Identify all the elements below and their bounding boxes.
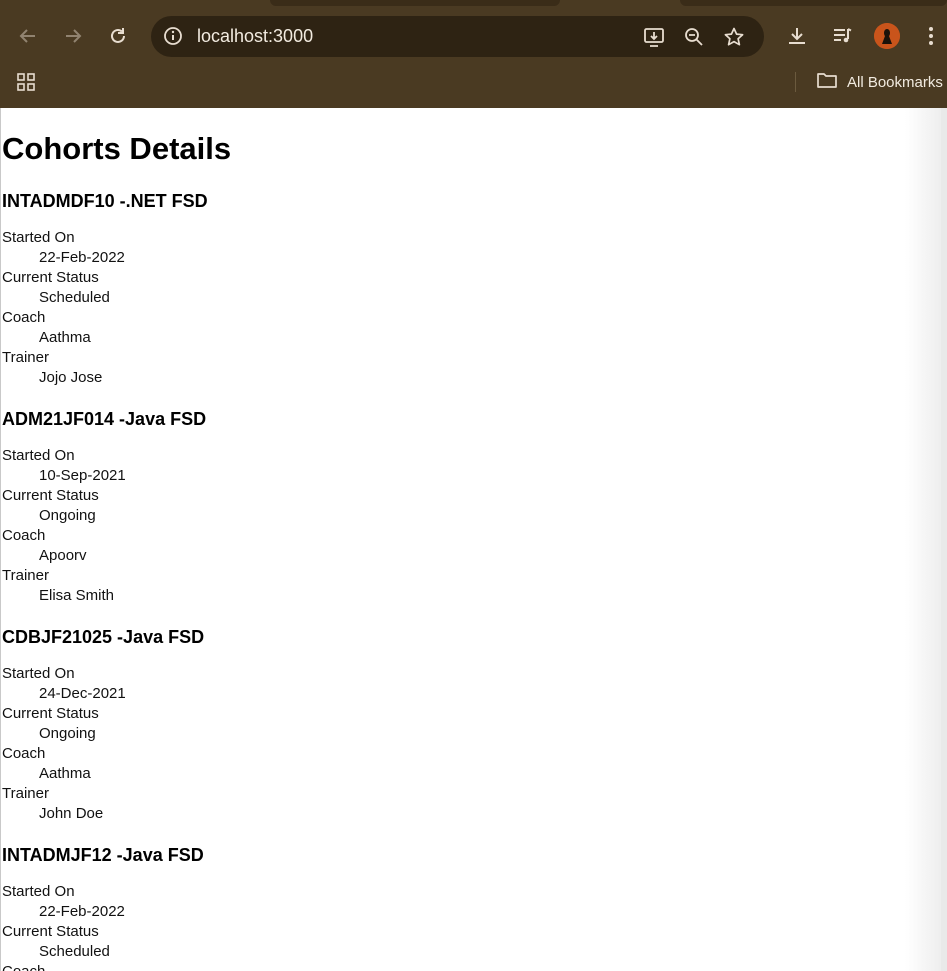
coach-label: Coach: [2, 745, 46, 762]
coach-value: Aathma: [39, 765, 91, 782]
started-on-label: Started On: [2, 229, 75, 246]
tab-strip-tab[interactable]: [680, 0, 947, 6]
tab-strip-tab[interactable]: [270, 0, 560, 6]
cohort-card: CDBJF21025 -Java FSD Started On 24-Dec-2…: [2, 625, 602, 824]
current-status-label: Current Status: [2, 269, 99, 286]
started-on-value: 22-Feb-2022: [39, 903, 125, 920]
forward-icon[interactable]: [61, 24, 85, 48]
all-bookmarks-label: All Bookmarks: [847, 73, 943, 91]
all-bookmarks-button[interactable]: All Bookmarks: [816, 70, 943, 94]
current-status-label: Current Status: [2, 487, 99, 504]
current-status-value: Ongoing: [39, 507, 96, 524]
coach-value: Aathma: [39, 329, 91, 346]
started-on-value: 10-Sep-2021: [39, 467, 126, 484]
coach-label: Coach: [2, 527, 46, 544]
current-status-value: Scheduled: [39, 289, 110, 306]
cohort-details: Started On 24-Dec-2021 Current Status On…: [2, 664, 602, 824]
scrollbar[interactable]: [941, 108, 947, 971]
downloads-icon[interactable]: [785, 24, 809, 48]
coach-label: Coach: [2, 962, 602, 971]
more-menu-icon[interactable]: [921, 24, 941, 48]
page-title: Cohorts Details: [2, 131, 232, 166]
bookmarks-divider: [795, 72, 796, 92]
trainer-label: Trainer: [2, 567, 49, 584]
cohort-heading: ADM21JF014 -Java FSD: [2, 409, 207, 429]
site-info-icon[interactable]: [162, 25, 184, 47]
cohort-card: ADM21JF014 -Java FSD Started On 10-Sep-2…: [2, 407, 602, 606]
cohort-heading: CDBJF21025 -Java FSD: [2, 627, 205, 647]
install-app-icon[interactable]: [642, 25, 666, 49]
trainer-label: Trainer: [2, 785, 49, 802]
current-status-value: Ongoing: [39, 725, 96, 742]
cohort-details: Started On 22-Feb-2022 Current Status Sc…: [2, 228, 602, 388]
trainer-value: Jojo Jose: [39, 369, 103, 386]
cohort-details: Started On 10-Sep-2021 Current Status On…: [2, 446, 602, 606]
cohort-details: Started On 22-Feb-2022 Current Status Sc…: [2, 882, 602, 971]
url-text: localhost:3000: [197, 26, 314, 46]
apps-grid-icon[interactable]: [15, 71, 37, 93]
started-on-label: Started On: [2, 883, 75, 900]
coach-label: Coach: [2, 309, 46, 326]
cohort-card: INTADMJF12 -Java FSD Started On 22-Feb-2…: [2, 843, 602, 971]
trainer-value: Elisa Smith: [39, 587, 115, 604]
cohort-heading: INTADMJF12 -Java FSD: [2, 845, 204, 865]
trainer-label: Trainer: [2, 349, 49, 366]
zoom-icon[interactable]: [682, 25, 706, 49]
cohort-heading: INTADMDF10 -.NET FSD: [2, 191, 208, 211]
profile-avatar[interactable]: [874, 23, 900, 49]
browser-chrome: localhost:3000 All Bookmarks: [0, 0, 947, 108]
scroll-shadow: [905, 108, 941, 971]
page-content: Cohorts Details INTADMDF10 -.NET FSD Sta…: [0, 108, 941, 971]
back-icon[interactable]: [16, 24, 40, 48]
started-on-label: Started On: [2, 665, 75, 682]
address-bar[interactable]: localhost:3000: [151, 16, 764, 57]
started-on-value: 22-Feb-2022: [39, 249, 125, 266]
reload-icon[interactable]: [106, 24, 130, 48]
current-status-label: Current Status: [2, 705, 99, 722]
media-queue-icon[interactable]: [830, 24, 854, 48]
cohort-card: INTADMDF10 -.NET FSD Started On 22-Feb-2…: [2, 189, 602, 388]
bookmark-star-icon[interactable]: [722, 25, 746, 49]
started-on-label: Started On: [2, 447, 75, 464]
current-status-label: Current Status: [2, 923, 99, 940]
coach-value: Apoorv: [39, 547, 87, 564]
folder-icon: [816, 71, 838, 93]
current-status-value: Scheduled: [39, 943, 110, 960]
started-on-value: 24-Dec-2021: [39, 685, 126, 702]
trainer-value: John Doe: [39, 805, 104, 822]
